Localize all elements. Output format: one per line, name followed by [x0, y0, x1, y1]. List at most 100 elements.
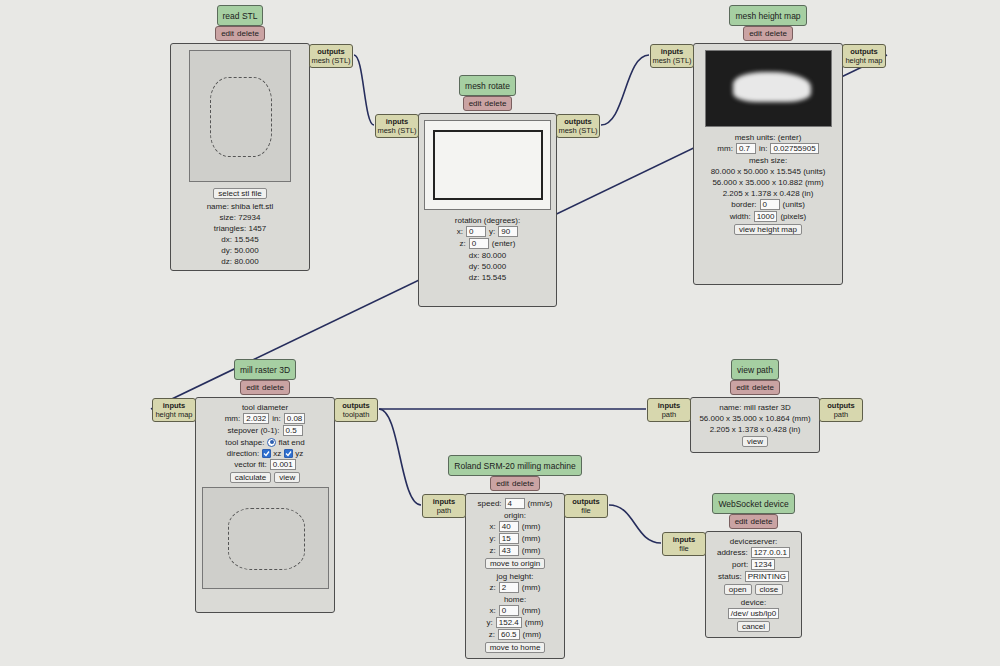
panel-row: move to home [485, 641, 546, 654]
outputs-port[interactable]: outputs file [564, 494, 608, 518]
checkbox-icon[interactable] [262, 449, 271, 458]
module-title[interactable]: read STL [217, 5, 264, 26]
panel-button[interactable]: move to home [485, 642, 546, 653]
panel-row: dz: 80.000 [221, 256, 258, 266]
checkbox-option[interactable]: yz [284, 449, 303, 458]
panel-row: view height map [734, 223, 802, 236]
panel-label: deviceserver: [730, 537, 778, 546]
module-node[interactable]: read STL editdelete outputs mesh (STL) s… [170, 5, 310, 271]
action-link[interactable]: delete [237, 29, 259, 39]
module-actions: editdelete [240, 380, 290, 395]
action-link[interactable]: edit [496, 479, 509, 489]
text-field[interactable]: 0 [760, 199, 780, 210]
action-link[interactable]: edit [735, 517, 748, 527]
action-link[interactable]: delete [485, 99, 507, 109]
panel-button[interactable]: view height map [734, 224, 802, 235]
action-link[interactable]: edit [221, 29, 234, 39]
checkbox-icon[interactable] [284, 449, 293, 458]
radio-option[interactable]: flat end [267, 438, 304, 447]
text-field[interactable]: /dev/ usb/lp0 [728, 608, 779, 619]
inputs-port[interactable]: inputs mesh (STL) [650, 44, 694, 68]
text-field[interactable]: PRINTING [745, 571, 789, 582]
panel-label: dz: 15.545 [469, 273, 506, 282]
checkbox-option[interactable]: xz [262, 449, 281, 458]
panel-row: x:0(mm) [490, 605, 541, 616]
panel-button[interactable]: calculate [230, 472, 272, 483]
radio-icon[interactable] [267, 438, 276, 447]
text-field[interactable]: 90 [498, 226, 518, 237]
text-field[interactable]: 0 [466, 226, 486, 237]
inputs-port[interactable]: inputs file [662, 532, 706, 556]
text-field[interactable]: 0 [499, 605, 519, 616]
text-field[interactable]: 127.0.0.1 [751, 547, 790, 558]
outputs-port[interactable]: outputs mesh (STL) [556, 114, 600, 138]
text-field[interactable]: 0.02755905 [770, 143, 818, 154]
action-link[interactable]: edit [246, 383, 259, 393]
panel-row: dz: 15.545 [469, 272, 506, 282]
panel-button[interactable]: move to origin [485, 558, 545, 569]
text-field[interactable]: 43 [499, 545, 519, 556]
module-title[interactable]: Roland SRM-20 milling machine [448, 455, 581, 476]
module-title[interactable]: mesh height map [729, 5, 806, 26]
panel-button[interactable]: close [755, 584, 784, 595]
panel-label: dy: 50.000 [221, 246, 258, 255]
panel-label: origin: [504, 511, 526, 520]
text-field[interactable]: 2.032 [243, 413, 269, 424]
inputs-port[interactable]: inputs mesh (STL) [375, 114, 419, 138]
module-node[interactable]: mesh height map editdelete inputs mesh (… [693, 5, 843, 285]
text-field[interactable]: 4 [505, 498, 525, 509]
outputs-port[interactable]: outputs height map [842, 44, 886, 68]
text-field[interactable]: 15 [499, 533, 519, 544]
panel-row: calculateview [230, 471, 301, 484]
outputs-port[interactable]: outputs mesh (STL) [309, 44, 353, 68]
module-title[interactable]: view path [731, 359, 779, 380]
action-link[interactable]: edit [736, 383, 749, 393]
action-link[interactable]: delete [752, 383, 774, 393]
module-node[interactable]: view path editdelete inputs path outputs… [690, 359, 820, 453]
module-node[interactable]: mesh rotate editdelete inputs mesh (STL)… [418, 75, 557, 307]
text-field[interactable]: 0 [469, 238, 489, 249]
action-link[interactable]: delete [512, 479, 534, 489]
text-field[interactable]: 60.5 [498, 629, 520, 640]
module-title[interactable]: WebSocket device [712, 493, 794, 514]
panel-label: x: [457, 227, 463, 236]
outputs-port[interactable]: outputs toolpath [334, 398, 378, 422]
text-field[interactable]: 0.001 [270, 459, 296, 470]
outputs-port[interactable]: outputs path [819, 398, 863, 422]
panel-button[interactable]: view [742, 436, 768, 447]
panel-label: vector fit: [234, 460, 266, 469]
inputs-port[interactable]: inputs path [647, 398, 691, 422]
inputs-port[interactable]: inputs height map [152, 398, 196, 422]
text-field[interactable]: 0.08 [284, 413, 306, 424]
action-link[interactable]: delete [765, 29, 787, 39]
panel-button[interactable]: select stl file [213, 188, 267, 199]
panel-label: dx: 80.000 [469, 251, 506, 260]
height-map-shape [733, 72, 811, 102]
panel-label: 2.205 x 1.378 x 0.428 (in) [723, 189, 814, 198]
action-link[interactable]: edit [749, 29, 762, 39]
module-node[interactable]: Roland SRM-20 milling machine editdelete… [465, 455, 565, 659]
preview-image [189, 50, 291, 182]
inputs-port[interactable]: inputs path [422, 494, 466, 518]
text-field[interactable]: 0.5 [283, 425, 303, 436]
panel-button[interactable]: cancel [737, 621, 770, 632]
text-field[interactable]: 0.7 [736, 143, 756, 154]
panel-label: (mm) [522, 583, 541, 592]
module-title[interactable]: mesh rotate [459, 75, 516, 96]
action-link[interactable]: delete [262, 383, 284, 393]
module-node[interactable]: mill raster 3D editdelete inputs height … [195, 359, 335, 613]
action-link[interactable]: delete [751, 517, 773, 527]
panel-row: y:152.4(mm) [487, 617, 544, 628]
module-title[interactable]: mill raster 3D [234, 359, 296, 380]
text-field[interactable]: 40 [499, 521, 519, 532]
panel-button[interactable]: view [274, 472, 300, 483]
module-node[interactable]: WebSocket device editdelete inputs file … [705, 493, 802, 638]
action-link[interactable]: edit [469, 99, 482, 109]
panel-button[interactable]: open [724, 584, 752, 595]
text-field[interactable]: 1234 [751, 559, 775, 570]
text-field[interactable]: 1000 [754, 211, 778, 222]
text-field[interactable]: 2 [499, 582, 519, 593]
text-field[interactable]: 152.4 [496, 617, 522, 628]
panel-row: z:43(mm) [490, 545, 541, 556]
module-actions: editdelete [729, 514, 779, 529]
